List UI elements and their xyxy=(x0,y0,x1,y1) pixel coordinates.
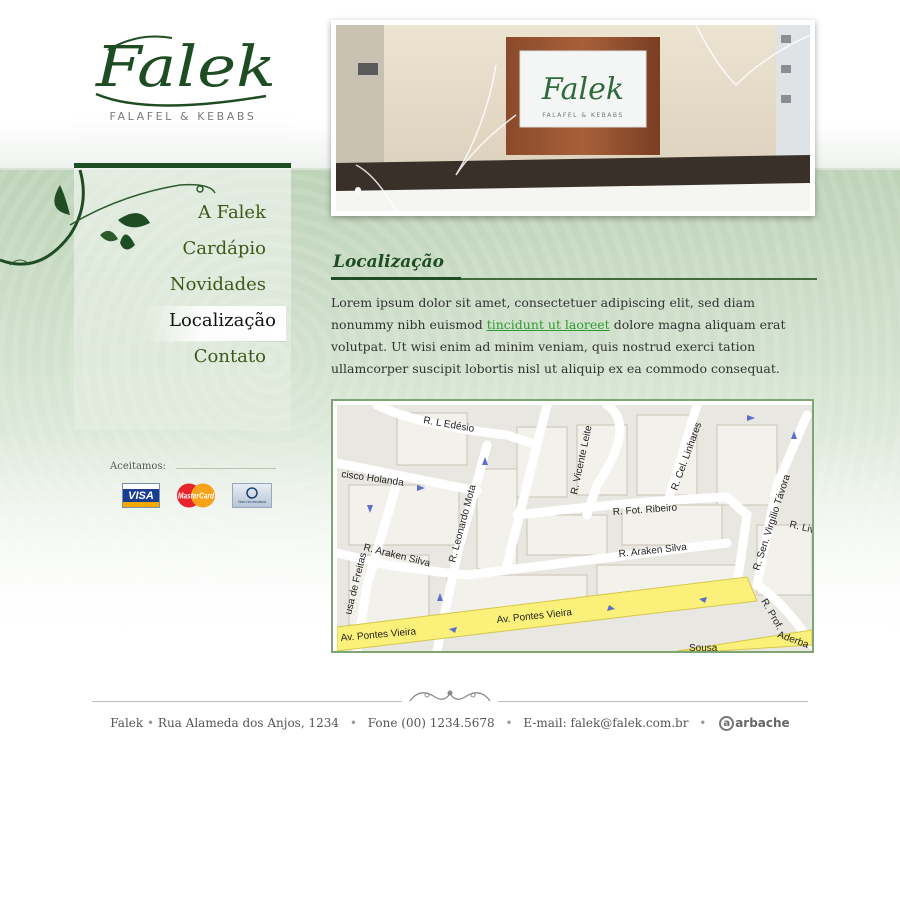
arbache-credit-logo[interactable]: a arbache xyxy=(719,716,790,731)
nav-item-cardapio[interactable]: Cardápio xyxy=(140,234,276,270)
main-nav: A Falek Cardápio Novidades Localização C… xyxy=(140,198,286,378)
title-rule-accent xyxy=(331,277,461,280)
street-map[interactable]: R. L Edésio cisco Holanda R. Leonardo Mo… xyxy=(337,405,812,651)
inline-link[interactable]: tincidunt ut laoreet xyxy=(487,317,610,332)
footer-rule-left xyxy=(92,701,402,702)
storefront-photo-frame: Falek FALAFEL & KEBABS xyxy=(331,20,815,216)
nav-item-contato[interactable]: Contato xyxy=(140,342,276,378)
intro-paragraph: Lorem ipsum dolor sit amet, consectetuer… xyxy=(331,292,811,380)
payments-label: Aceitamos: xyxy=(110,461,166,472)
street-label-sousa: Sousa xyxy=(689,643,718,651)
logo-wordmark: Falek xyxy=(95,35,276,100)
arbache-credit-text: arbache xyxy=(735,716,790,730)
diners-logo: Diners Club International xyxy=(238,486,266,504)
falek-logo[interactable]: Falek xyxy=(88,24,283,108)
footer-email[interactable]: E-mail: falek@falek.com.br xyxy=(523,716,688,730)
storefront-photo: Falek FALAFEL & KEBABS xyxy=(336,25,810,211)
footer-ornament-icon xyxy=(409,690,491,702)
footer-phone: Fone (00) 1234.5678 xyxy=(367,716,495,730)
footer-company: Falek xyxy=(110,716,144,730)
footer: Falek • Rua Alameda dos Anjos, 1234 • Fo… xyxy=(0,716,900,731)
visa-card-icon: VISA xyxy=(122,483,160,508)
mastercard-icon: MasterCard xyxy=(177,483,215,508)
page-title: Localização xyxy=(333,252,444,272)
sign-tagline: FALAFEL & KEBABS xyxy=(542,112,623,119)
nav-item-localizacao[interactable]: Localização xyxy=(145,306,286,342)
nav-item-novidades[interactable]: Novidades xyxy=(140,270,276,306)
nav-item-a-falek[interactable]: A Falek xyxy=(140,198,276,234)
footer-separator: • xyxy=(699,716,707,730)
location-map[interactable]: R. L Edésio cisco Holanda R. Leonardo Mo… xyxy=(331,399,814,653)
visa-card-label: VISA xyxy=(126,489,156,502)
footer-separator: • xyxy=(349,716,357,730)
footer-address: Rua Alameda dos Anjos, 1234 xyxy=(157,716,339,730)
mastercard-label: MasterCard xyxy=(178,492,215,501)
payments-rule xyxy=(176,468,276,469)
diners-club-icon: Diners Club International xyxy=(232,483,272,508)
diners-card-label: Diners Club International xyxy=(238,499,266,504)
arbache-icon: a xyxy=(719,716,735,731)
footer-rule-right xyxy=(498,701,808,702)
footer-separator: • xyxy=(147,716,155,730)
sign-wordmark: Falek xyxy=(541,72,624,107)
footer-separator: • xyxy=(505,716,513,730)
logo-tagline: FALAFEL & KEBABS xyxy=(109,110,257,123)
